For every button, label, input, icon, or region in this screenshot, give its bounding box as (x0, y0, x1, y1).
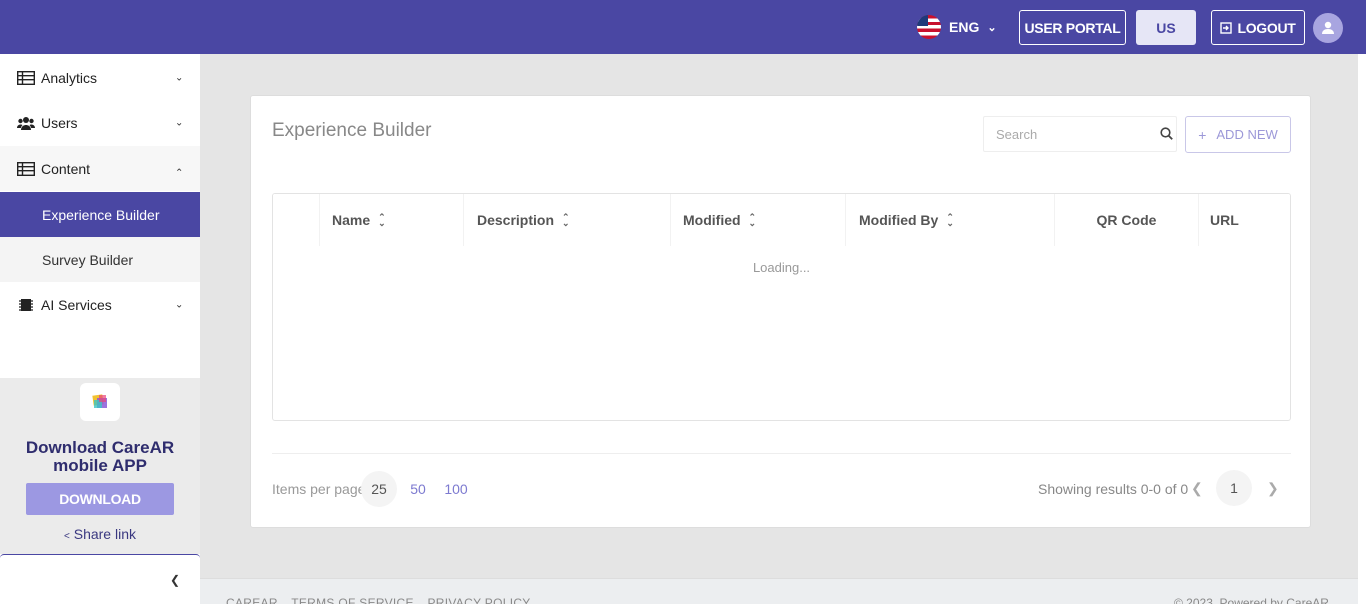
user-portal-button[interactable]: USER PORTAL (1019, 10, 1126, 45)
sidebar-subitem-label: Experience Builder (42, 206, 160, 223)
scrollbar[interactable] (1358, 54, 1366, 604)
column-header-description[interactable]: Description ⌃ ⌄ (464, 194, 671, 246)
share-icon: < (64, 531, 70, 542)
footer: CAREAR TERMS OF SERVICE PRIVACY POLICY ©… (200, 578, 1358, 604)
results-summary: Showing results 0-0 of 0 (1038, 481, 1189, 497)
region-label: US (1156, 19, 1176, 36)
sidebar-collapse-bar[interactable]: ❮ (0, 554, 200, 604)
items-per-page-option[interactable]: 100 (438, 471, 474, 507)
column-label: QR Code (1096, 212, 1157, 228)
sidebar-item-label: Analytics (41, 69, 98, 86)
promo-title-line2: mobile APP (53, 456, 147, 475)
user-portal-label: USER PORTAL (1024, 19, 1121, 36)
column-header-url: URL (1199, 194, 1290, 246)
share-link[interactable]: < Share link (0, 526, 200, 542)
sidebar-item-content[interactable]: Content ⌄ (0, 146, 200, 191)
sort-icon[interactable]: ⌃ ⌄ (378, 213, 386, 228)
column-header-select (273, 194, 320, 246)
sidebar-item-label: Users (41, 114, 78, 131)
column-header-modified-by[interactable]: Modified By ⌃ ⌄ (846, 194, 1055, 246)
user-icon (1322, 21, 1334, 34)
sidebar-item-survey-builder[interactable]: Survey Builder (0, 237, 200, 282)
search-box[interactable] (983, 116, 1177, 152)
items-per-page-label: Items per page: (272, 481, 370, 497)
share-label: Share link (73, 526, 136, 542)
region-button[interactable]: US (1136, 10, 1196, 45)
footer-link-privacy[interactable]: PRIVACY POLICY (427, 596, 530, 604)
column-label: Modified By (859, 212, 939, 228)
chevron-left-icon[interactable]: ❮ (170, 573, 180, 587)
copyright: © 2023. Powered by CareAR (1174, 596, 1329, 604)
chip-icon (19, 298, 33, 311)
app-promo: Download CareAR mobile APP DOWNLOAD < Sh… (0, 378, 200, 554)
sidebar-item-label: AI Services (41, 296, 112, 313)
table-header: Name ⌃ ⌄ Description ⌃ ⌄ Modified ⌃ ⌄ Modif… (273, 194, 1290, 246)
page-title: Experience Builder (272, 120, 432, 141)
footer-links: CAREAR TERMS OF SERVICE PRIVACY POLICY (226, 596, 541, 604)
language-selector[interactable]: ENG ⌄ (917, 14, 997, 40)
column-header-name[interactable]: Name ⌃ ⌄ (320, 194, 464, 246)
experience-table: Name ⌃ ⌄ Description ⌃ ⌄ Modified ⌃ ⌄ Modif… (272, 193, 1291, 421)
chevron-down-icon: ⌄ (175, 299, 184, 310)
logout-icon (1220, 21, 1233, 34)
column-label: URL (1210, 212, 1239, 228)
sidebar-item-ai-services[interactable]: AI Services ⌄ (0, 282, 200, 327)
chevron-up-icon: ⌄ (175, 165, 184, 177)
add-new-label: ADD NEW (1216, 127, 1278, 142)
items-per-page-option[interactable]: 50 (400, 471, 436, 507)
table-icon (17, 70, 35, 85)
current-page[interactable]: 1 (1216, 470, 1252, 506)
column-label: Description (477, 212, 555, 228)
promo-title: Download CareAR mobile APP (0, 439, 200, 475)
sidebar-item-label: Content (41, 160, 91, 177)
loading-text: Loading... (752, 260, 811, 275)
download-button[interactable]: DOWNLOAD (26, 483, 174, 515)
divider (272, 453, 1291, 454)
add-new-button[interactable]: + ADD NEW (1185, 116, 1291, 153)
sidebar-item-users[interactable]: Users ⌄ (0, 100, 200, 145)
carear-app-icon (80, 383, 120, 421)
language-label: ENG (949, 19, 980, 35)
download-label: DOWNLOAD (59, 491, 141, 507)
chevron-down-icon: ⌄ (987, 21, 997, 34)
sidebar-subitem-label: Survey Builder (42, 251, 134, 268)
column-label: Name (332, 212, 371, 228)
column-label: Modified (683, 212, 741, 228)
sort-icon[interactable]: ⌃ ⌄ (562, 213, 570, 228)
table-icon (17, 161, 35, 176)
us-flag-icon (917, 15, 941, 39)
sort-icon[interactable]: ⌃ ⌄ (946, 213, 954, 228)
users-icon (17, 116, 35, 130)
sort-icon[interactable]: ⌃ ⌄ (749, 213, 757, 228)
search-icon[interactable] (1160, 127, 1173, 140)
promo-title-line1: Download CareAR (25, 438, 175, 457)
logout-label: LOGOUT (1237, 19, 1296, 36)
chevron-down-icon: ⌄ (175, 72, 184, 83)
plus-icon: + (1198, 126, 1207, 143)
search-input[interactable] (984, 117, 1144, 151)
footer-link-terms[interactable]: TERMS OF SERVICE (291, 596, 414, 604)
column-header-modified[interactable]: Modified ⌃ ⌄ (671, 194, 846, 246)
footer-link-carear[interactable]: CAREAR (226, 596, 278, 604)
items-per-page-option[interactable]: 25 (361, 471, 397, 507)
logout-button[interactable]: LOGOUT (1211, 10, 1305, 45)
experience-builder-card: Experience Builder + ADD NEW Name ⌃⌄ Des… (250, 95, 1311, 528)
column-header-qr-code: QR Code (1055, 194, 1199, 246)
avatar[interactable] (1313, 13, 1343, 43)
sidebar-item-experience-builder[interactable]: Experience Builder (0, 192, 200, 237)
chevron-down-icon: ⌄ (175, 117, 184, 128)
chevron-left-icon[interactable]: ❮ (1191, 480, 1203, 497)
top-bar: ENG ⌄ USER PORTAL US LOGOUT (0, 0, 1366, 54)
chevron-right-icon[interactable]: ❯ (1267, 480, 1279, 497)
sidebar-item-analytics[interactable]: Analytics ⌄ (0, 55, 200, 100)
